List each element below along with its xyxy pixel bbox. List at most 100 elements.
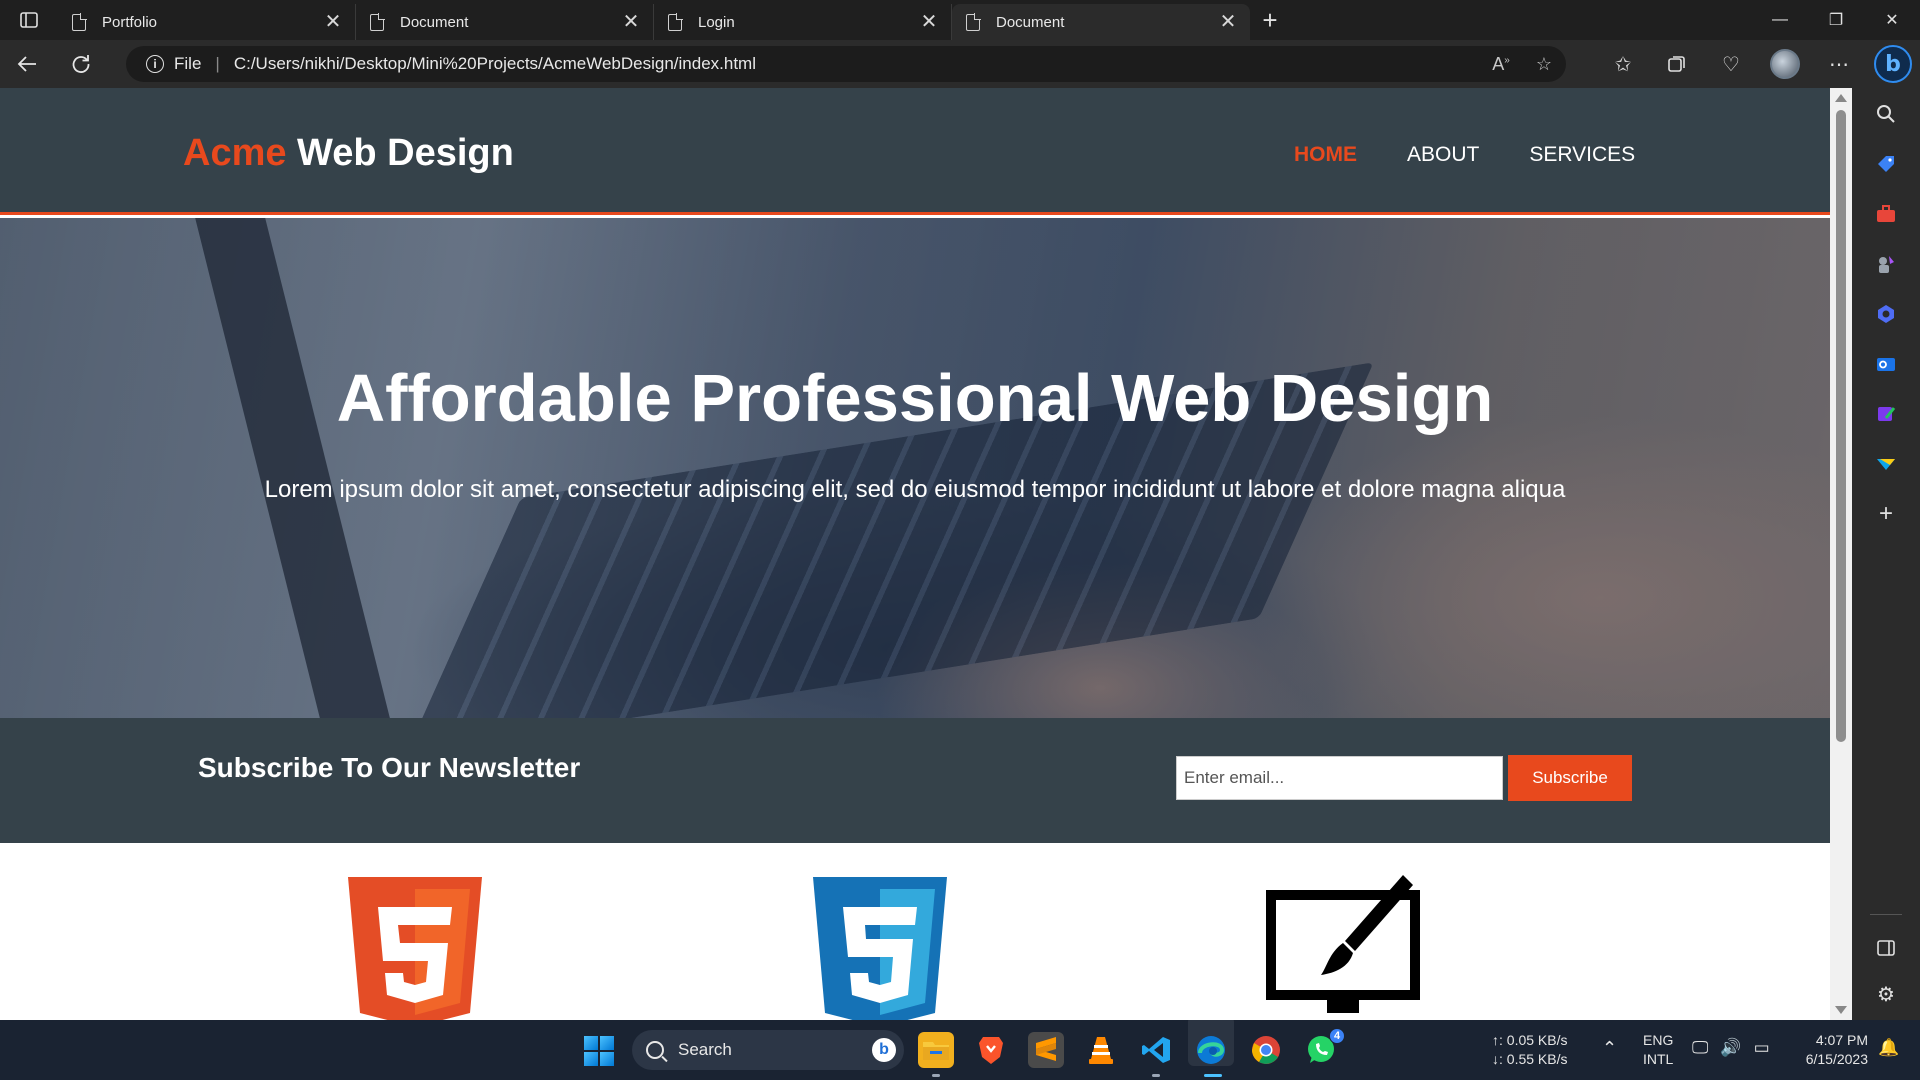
battery-icon[interactable]: ▭	[1754, 1038, 1770, 1058]
tab-title: Document	[996, 13, 1065, 31]
tab-document[interactable]: Document ✕	[356, 4, 654, 40]
copilot-icon[interactable]	[1874, 302, 1898, 326]
logo-highlight: Acme	[183, 132, 287, 174]
brush-monitor-icon	[1266, 875, 1420, 1013]
tab-close-icon[interactable]: ✕	[323, 12, 343, 32]
profile-avatar	[1770, 49, 1800, 79]
url-text[interactable]: C:/Users/nikhi/Desktop/Mini%20Projects/A…	[234, 54, 756, 74]
refresh-icon	[72, 55, 90, 73]
show-hidden-icons-chevron-icon[interactable]: ⌃	[1602, 1038, 1617, 1059]
scheme-label: File	[174, 54, 202, 73]
settings-icon[interactable]: ⚙	[1874, 982, 1898, 1006]
notification-badge: 4	[1329, 1028, 1345, 1044]
favorites-icon[interactable]: ✩	[1596, 40, 1650, 88]
start-button-icon[interactable]	[584, 1036, 614, 1066]
browser-essentials-icon[interactable]: ♡	[1704, 40, 1758, 88]
clock-time: 4:07 PM	[1815, 1032, 1868, 1048]
drop-icon[interactable]	[1874, 452, 1898, 476]
tab-title: Login	[698, 13, 735, 31]
net-up-text: ↑: 0.05 KB/s	[1492, 1032, 1568, 1048]
collections-glyph	[1668, 56, 1685, 72]
showcase-text: Lorem ipsum dolor sit amet, consectetur …	[264, 476, 1566, 503]
net-down-text: ↓: 0.55 KB/s	[1492, 1051, 1568, 1067]
file-explorer-icon[interactable]	[918, 1032, 954, 1068]
newsletter-title: Subscribe To Our Newsletter	[198, 752, 581, 783]
collections-icon[interactable]	[1650, 40, 1704, 88]
whatsapp-icon[interactable]: 4	[1303, 1028, 1345, 1068]
site-logo[interactable]: Acme Web Design	[183, 132, 514, 175]
notification-bell-icon[interactable]: 🔔	[1878, 1038, 1899, 1058]
games-icon[interactable]	[1874, 252, 1898, 276]
tab-document-active[interactable]: Document ✕	[952, 4, 1250, 40]
address-separator: |	[215, 54, 220, 73]
designer-icon[interactable]	[1874, 402, 1898, 426]
sublime-text-icon[interactable]	[1028, 1032, 1064, 1068]
clock-date: 6/15/2023	[1805, 1051, 1868, 1067]
site-header: Acme Web Design Home About Services	[0, 88, 1830, 215]
scroll-thumb[interactable]	[1836, 110, 1846, 742]
toolbar-actions: ✩ ♡ ⋯ b	[1596, 40, 1920, 88]
language-indicator[interactable]: ENG INTL	[1643, 1031, 1673, 1069]
nav-about-link[interactable]: About	[1407, 143, 1479, 167]
page-icon	[370, 12, 385, 31]
page-scrollbar[interactable]	[1830, 88, 1852, 1020]
vscode-icon[interactable]	[1138, 1032, 1174, 1068]
volume-icon[interactable]: 🔊	[1720, 1038, 1741, 1058]
favorite-star-icon[interactable]: ☆	[1536, 54, 1552, 75]
more-icon[interactable]: ⋯	[1812, 40, 1866, 88]
search-icon[interactable]	[1874, 102, 1898, 126]
search-icon	[646, 1041, 664, 1059]
showcase-title: Affordable Professional Web Design	[336, 361, 1494, 436]
css3-logo-icon	[813, 877, 947, 1020]
profile-button[interactable]	[1758, 40, 1812, 88]
chrome-icon[interactable]	[1248, 1032, 1284, 1068]
restore-button[interactable]: ❐	[1808, 0, 1864, 40]
feature-boxes	[0, 843, 1830, 1020]
tab-portfolio[interactable]: Portfolio ✕	[58, 4, 356, 40]
refresh-button[interactable]	[54, 40, 108, 88]
network-icon[interactable]: 🖵	[1692, 1038, 1708, 1058]
sidebar-divider	[1870, 914, 1902, 915]
clock[interactable]: 4:07 PM 6/15/2023	[1790, 1031, 1868, 1069]
edge-sidebar: + ⚙	[1852, 88, 1920, 1020]
tab-close-icon[interactable]: ✕	[621, 12, 641, 32]
info-icon[interactable]: i	[146, 55, 164, 73]
taskbar-search[interactable]: Search b	[632, 1030, 904, 1070]
tab-login[interactable]: Login ✕	[654, 4, 952, 40]
running-indicator	[1152, 1074, 1160, 1077]
hide-sidebar-icon[interactable]	[1874, 936, 1898, 960]
email-input[interactable]	[1176, 756, 1503, 800]
nav-home-link[interactable]: Home	[1294, 143, 1357, 167]
tab-close-icon[interactable]: ✕	[919, 12, 939, 32]
edge-icon[interactable]	[1193, 1032, 1229, 1068]
back-button[interactable]	[0, 40, 54, 88]
tab-title: Document	[400, 13, 469, 31]
back-icon	[17, 56, 36, 72]
tab-actions-button[interactable]	[0, 0, 58, 40]
bing-copilot-button[interactable]: b	[1866, 40, 1920, 88]
read-aloud-icon[interactable]: A»	[1492, 54, 1510, 75]
vlc-icon[interactable]	[1083, 1032, 1119, 1068]
windows-taskbar: Search b 4 ↑: 0.05 KB/s ↓: 0.55 KB/s ⌃ E…	[0, 1016, 1920, 1080]
page-icon	[966, 12, 981, 31]
bing-copilot-icon: b	[1874, 45, 1912, 83]
tab-close-icon[interactable]: ✕	[1218, 12, 1238, 32]
new-tab-button[interactable]: +	[1250, 0, 1290, 40]
taskbar-search-label: Search	[678, 1040, 732, 1059]
scroll-up-arrow-icon[interactable]	[1835, 94, 1847, 102]
tab-strip: Portfolio ✕ Document ✕ Login ✕ Document …	[0, 0, 1920, 40]
nav-services-link[interactable]: Services	[1529, 143, 1635, 167]
scroll-down-arrow-icon[interactable]	[1835, 1006, 1847, 1014]
outlook-icon[interactable]	[1874, 352, 1898, 376]
shopping-tag-icon[interactable]	[1874, 152, 1898, 176]
brave-icon[interactable]	[973, 1032, 1009, 1068]
subscribe-button[interactable]: Subscribe	[1508, 755, 1632, 801]
close-window-button[interactable]: ✕	[1864, 0, 1920, 40]
add-icon[interactable]: +	[1874, 500, 1898, 527]
html5-logo-icon	[348, 877, 482, 1020]
minimize-button[interactable]: —	[1752, 0, 1808, 40]
tools-icon[interactable]	[1874, 202, 1898, 226]
bing-icon: b	[872, 1038, 896, 1062]
address-bar[interactable]: i File | C:/Users/nikhi/Desktop/Mini%20P…	[126, 46, 1566, 82]
tab-title: Portfolio	[102, 13, 158, 31]
